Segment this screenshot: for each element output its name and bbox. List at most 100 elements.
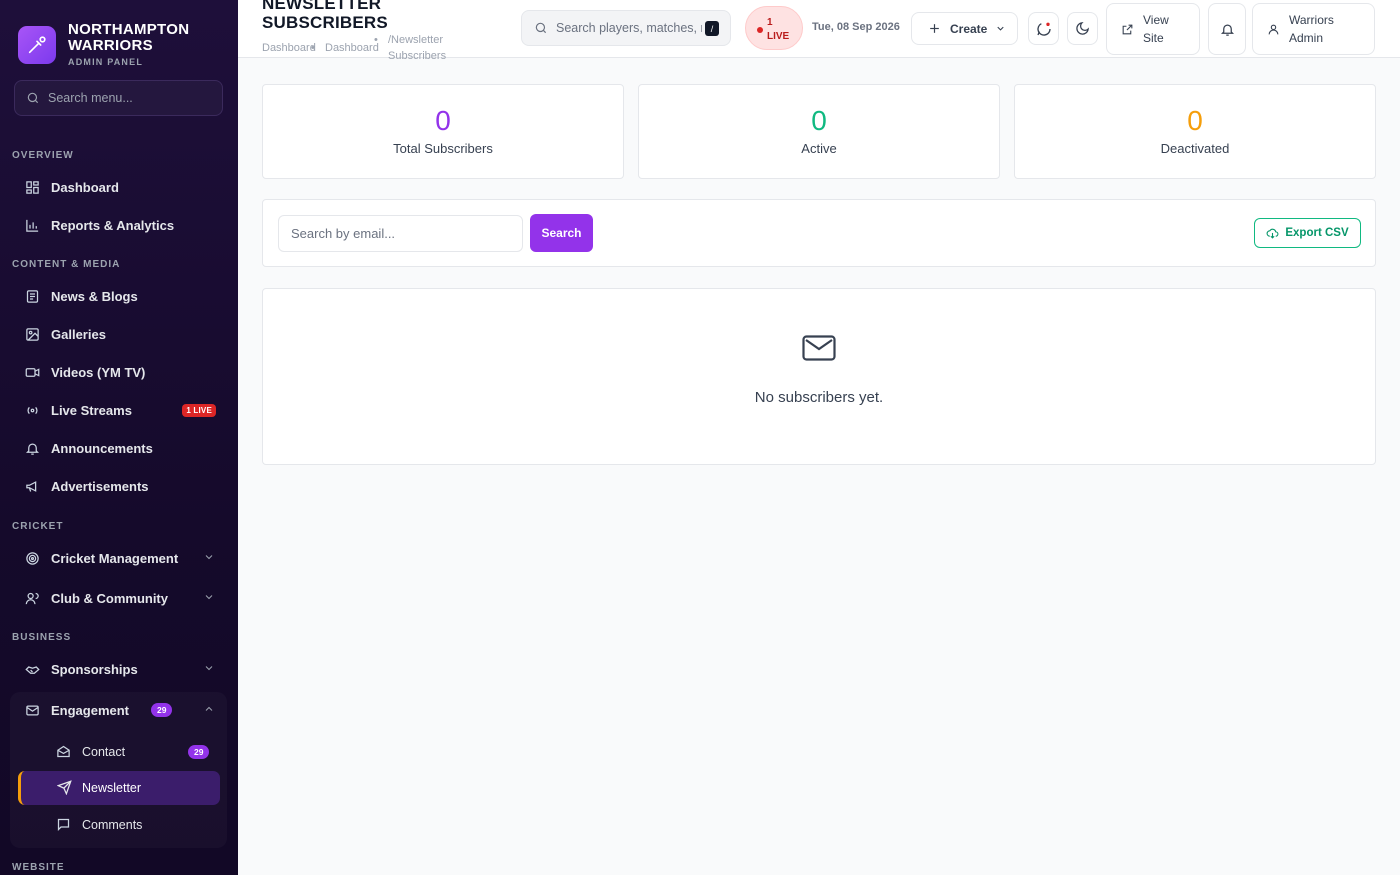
cricket-logo-icon — [18, 25, 56, 64]
sidebar-item-label: Dashboard — [51, 179, 119, 195]
breadcrumb-current: /Newsletter Subscribers — [388, 34, 447, 62]
empty-state-message: No subscribers yet. — [754, 389, 884, 406]
brand-subtitle: ADMIN PANEL — [68, 57, 144, 67]
export-csv-label: Export CSV — [1285, 227, 1349, 239]
cloud-download-icon — [1266, 228, 1279, 239]
page-title: NEWSLETTER SUBSCRIBERS — [262, 0, 388, 32]
sidebar-search-input[interactable]: Search menu... — [14, 80, 223, 116]
sidebar-item-galleries[interactable]: Galleries — [12, 317, 227, 351]
stat-value: 0 — [435, 105, 451, 136]
brand-name-line2: WARRIORS — [68, 37, 153, 54]
breadcrumb-item[interactable]: Dashboard — [325, 40, 379, 56]
stat-card-active: 0 Active — [638, 84, 1000, 179]
sidebar-item-label: Engagement — [51, 702, 130, 718]
breadcrumb-item[interactable]: Dashboard — [262, 40, 316, 56]
sidebar-item-cricket-management[interactable]: Cricket Management — [12, 541, 227, 575]
sidebar-item-advertisements[interactable]: Advertisements — [12, 469, 227, 503]
chat-bubble-icon — [1036, 22, 1051, 36]
envelope-icon — [802, 335, 836, 361]
contact-count-badge: 29 — [188, 745, 210, 759]
sidebar-item-engagement[interactable]: Engagement 29 — [12, 693, 227, 727]
live-indicator[interactable]: 1 LIVE — [745, 6, 803, 50]
email-search-input[interactable] — [278, 215, 523, 252]
create-button-label: Create — [950, 21, 988, 36]
messages-button[interactable] — [1028, 12, 1059, 45]
search-icon — [535, 22, 547, 34]
sidebar-item-news[interactable]: News & Blogs — [12, 279, 227, 313]
sidebar-subitem-label: Newsletter — [82, 781, 142, 795]
page-title-line2: SUBSCRIBERS — [262, 13, 388, 32]
sidebar-item-label: Reports & Analytics — [51, 217, 175, 233]
sidebar-item-dashboard[interactable]: Dashboard — [12, 170, 227, 204]
user-name-line2: Admin — [1289, 31, 1324, 45]
user-menu-button[interactable]: Warriors Admin — [1252, 3, 1375, 55]
theme-toggle-button[interactable] — [1067, 12, 1098, 45]
global-search-input[interactable]: Search players, matches, news... / — [521, 10, 731, 46]
stat-label: Deactivated — [1160, 141, 1230, 156]
sidebar-subitem-contact[interactable]: Contact 29 — [18, 735, 220, 769]
sidebar-item-label: Galleries — [51, 326, 106, 342]
sidebar-item-label: Advertisements — [51, 478, 149, 494]
sidebar-subitem-comments[interactable]: Comments — [18, 808, 220, 842]
live-label: LIVE — [767, 31, 790, 42]
stat-value: 0 — [1187, 105, 1203, 136]
sidebar-item-label: Sponsorships — [51, 661, 138, 677]
sidebar-item-sponsorships[interactable]: Sponsorships — [12, 652, 227, 686]
broadcast-icon — [24, 402, 40, 418]
sidebar-item-videos[interactable]: Videos (YM TV) — [12, 355, 227, 389]
user-name-line1: Warriors — [1289, 13, 1334, 27]
image-icon — [24, 326, 40, 342]
sidebar-item-live-streams[interactable]: Live Streams 1 LIVE — [12, 393, 227, 427]
newspaper-icon — [24, 288, 40, 304]
bell-icon — [24, 440, 40, 456]
user-icon — [1268, 24, 1279, 34]
brand[interactable]: NORTHAMPTON WARRIORS ADMIN PANEL — [18, 22, 189, 67]
video-icon — [24, 364, 40, 380]
bell-icon — [1220, 24, 1234, 36]
stat-label: Active — [801, 141, 837, 156]
plus-icon — [930, 24, 939, 33]
live-badge: 1 LIVE — [182, 404, 216, 417]
megaphone-icon — [24, 478, 40, 494]
dashboard-icon — [24, 179, 40, 195]
subscriber-toolbar: Search Export CSV — [262, 199, 1376, 267]
engagement-count-badge: 29 — [151, 703, 173, 717]
mail-icon — [24, 702, 40, 718]
chevron-down-icon — [997, 26, 1004, 31]
stat-value: 0 — [811, 105, 827, 136]
sidebar: NORTHAMPTON WARRIORS ADMIN PANEL Search … — [0, 0, 238, 875]
notifications-button[interactable] — [1208, 3, 1246, 55]
create-button[interactable]: Create — [911, 12, 1018, 45]
sidebar-item-label: Videos (YM TV) — [51, 364, 146, 380]
sidebar-item-label: Announcements — [51, 440, 153, 456]
sidebar-subitem-newsletter[interactable]: Newsletter — [18, 771, 220, 805]
chevron-down-icon — [205, 555, 213, 560]
sidebar-item-label: Cricket Management — [51, 550, 179, 566]
stat-card-total: 0 Total Subscribers — [262, 84, 624, 179]
sidebar-item-label: News & Blogs — [51, 288, 138, 304]
view-site-line2: Site — [1143, 31, 1164, 45]
sidebar-item-label: Live Streams — [51, 402, 132, 418]
sidebar-item-announcements[interactable]: Announcements — [12, 431, 227, 465]
current-date: Tue, 08 Sep 2026 — [812, 21, 900, 33]
section-content: CONTENT & MEDIA — [12, 259, 121, 270]
page-title-line1: NEWSLETTER — [262, 0, 382, 13]
stat-card-deactivated: 0 Deactivated — [1014, 84, 1376, 179]
sidebar-item-club-community[interactable]: Club & Community — [12, 581, 227, 615]
envelope-open-icon — [56, 744, 72, 760]
sidebar-item-reports[interactable]: Reports & Analytics — [12, 208, 227, 242]
top-header: NEWSLETTER SUBSCRIBERS Dashboard • Dashb… — [238, 0, 1400, 62]
handshake-icon — [24, 661, 40, 677]
breadcrumb-separator: • — [311, 42, 315, 54]
send-icon — [56, 780, 73, 796]
comment-icon — [56, 817, 72, 833]
sidebar-subitem-label: Contact — [82, 745, 126, 759]
export-csv-button[interactable]: Export CSV — [1254, 218, 1361, 248]
chevron-up-icon — [205, 706, 213, 711]
search-button[interactable]: Search — [530, 214, 593, 252]
breadcrumb-separator: • — [374, 34, 378, 46]
view-site-button[interactable]: View Site — [1106, 3, 1200, 55]
section-overview: OVERVIEW — [12, 150, 74, 161]
sidebar-item-label: Club & Community — [51, 590, 168, 606]
search-icon — [27, 92, 39, 104]
